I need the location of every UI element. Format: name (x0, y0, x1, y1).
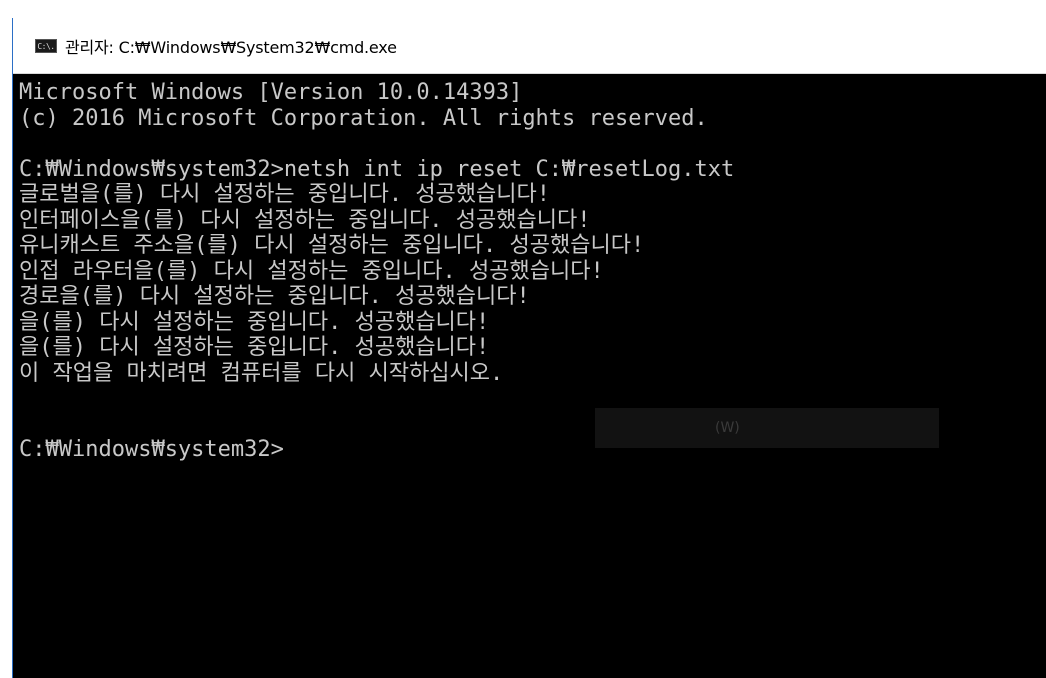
cmd-window[interactable]: C:\. 관리자: C:₩Windows₩System32₩cmd.exe (W… (12, 18, 1046, 678)
console-line: Microsoft Windows [Version 10.0.14393] (19, 80, 523, 105)
console-line: 을(를) 다시 설정하는 중입니다. 성공했습니다! (19, 335, 490, 360)
title-bar[interactable]: C:\. 관리자: C:₩Windows₩System32₩cmd.exe (13, 18, 1046, 74)
console-line: 유니캐스트 주소을(를) 다시 설정하는 중입니다. 성공했습니다! (19, 233, 645, 258)
console-line: C:₩Windows₩system32>netsh int ip reset C… (19, 156, 735, 182)
window-title: 관리자: C:₩Windows₩System32₩cmd.exe (65, 37, 397, 57)
console-line: 인터페이스을(를) 다시 설정하는 중입니다. 성공했습니다! (19, 207, 591, 233)
console-line: 경로을(를) 다시 설정하는 중입니다. 성공했습니다! (19, 284, 530, 309)
console-line: 글로벌을(를) 다시 설정하는 중입니다. 성공했습니다! (19, 182, 551, 207)
console-prompt-line[interactable]: C:₩Windows₩system32> (19, 437, 1046, 463)
console-line: 이 작업을 마치려면 컴퓨터를 다시 시작하십시오. (19, 360, 504, 386)
console-line: 인접 라우터을(를) 다시 설정하는 중입니다. 성공했습니다! (19, 258, 604, 284)
console-line: (c) 2016 Microsoft Corporation. All righ… (19, 105, 708, 131)
console-output[interactable]: (W) Microsoft Windows [Version 10.0.1439… (13, 74, 1046, 678)
console-line: 을(를) 다시 설정하는 중입니다. 성공했습니다! (19, 309, 490, 335)
cmd-app-icon[interactable]: C:\. (35, 38, 57, 53)
